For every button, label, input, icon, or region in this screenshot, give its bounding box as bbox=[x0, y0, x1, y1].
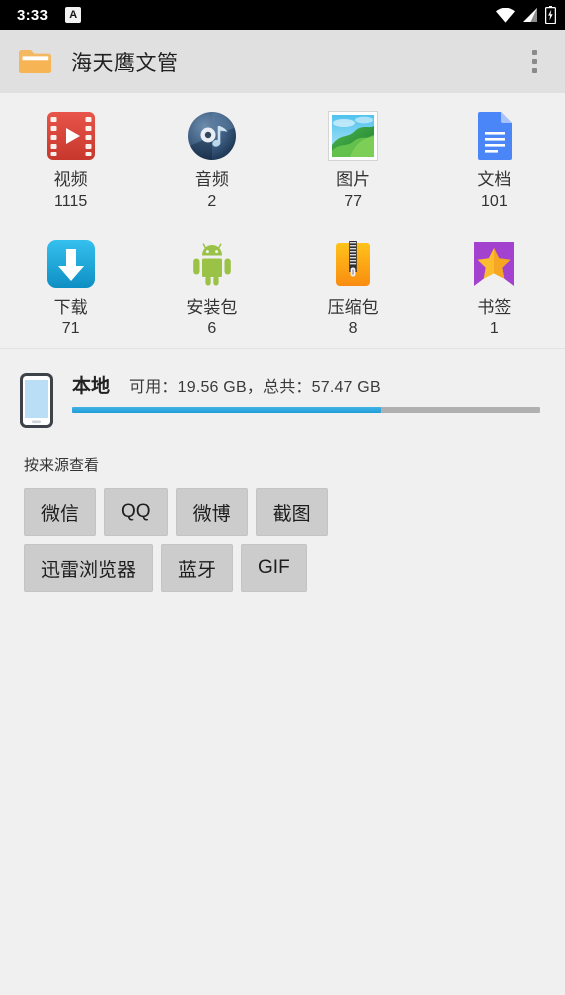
storage-name: 本地 bbox=[72, 376, 111, 398]
category-label: 书签 bbox=[477, 297, 512, 317]
main-content: 视频 1115 音频 2 图片 77 文档 101 下载 71 安装包 6 压缩… bbox=[0, 93, 565, 593]
category-count: 71 bbox=[61, 320, 80, 338]
source-chip[interactable]: 截图 bbox=[255, 488, 328, 537]
category-count: 101 bbox=[481, 192, 508, 210]
image-icon bbox=[326, 109, 380, 163]
status-bar: 3:33 A bbox=[0, 0, 565, 30]
wifi-icon bbox=[496, 7, 515, 23]
download-icon bbox=[44, 237, 98, 291]
source-chip-list: 微信 QQ 微博 截图 迅雷浏览器 蓝牙 GIF bbox=[24, 488, 565, 593]
source-chip[interactable]: 蓝牙 bbox=[161, 544, 234, 593]
category-grid-row: 视频 1115 音频 2 图片 77 文档 101 bbox=[0, 109, 565, 211]
page-title: 海天鹰文管 bbox=[71, 51, 179, 75]
source-chip[interactable]: GIF bbox=[241, 544, 307, 593]
bookmark-icon bbox=[467, 237, 521, 291]
category-item-document[interactable]: 文档 101 bbox=[424, 109, 565, 211]
overflow-dot bbox=[531, 68, 537, 73]
category-item-apk[interactable]: 安装包 6 bbox=[141, 237, 282, 339]
category-label: 图片 bbox=[336, 170, 371, 189]
storage-text-row: 本地 可用：19.56 GB，总共：57.47 GB bbox=[72, 371, 540, 398]
storage-summary[interactable]: 本地 可用：19.56 GB，总共：57.47 GB bbox=[0, 349, 565, 429]
category-label: 安装包 bbox=[186, 297, 238, 317]
status-bar-icons bbox=[496, 6, 556, 24]
folder-icon bbox=[19, 50, 51, 73]
apk-icon bbox=[185, 237, 239, 291]
category-count: 1115 bbox=[54, 192, 88, 210]
category-label: 文档 bbox=[477, 170, 512, 189]
source-chip[interactable]: QQ bbox=[104, 488, 168, 537]
audio-icon bbox=[185, 109, 239, 163]
category-item-video[interactable]: 视频 1115 bbox=[0, 109, 141, 211]
category-grid: 视频 1115 音频 2 图片 77 文档 101 下载 71 安装包 6 压缩… bbox=[0, 93, 565, 350]
source-chip[interactable]: 微信 bbox=[24, 488, 97, 537]
category-count: 6 bbox=[207, 320, 217, 338]
source-chip[interactable]: 微博 bbox=[175, 488, 248, 537]
category-item-image[interactable]: 图片 77 bbox=[283, 109, 424, 211]
document-icon bbox=[467, 109, 521, 163]
source-chip-row: 微信 QQ 微博 截图 bbox=[24, 488, 565, 537]
source-chip[interactable]: 迅雷浏览器 bbox=[24, 544, 154, 593]
input-method-icon: A bbox=[65, 7, 82, 23]
storage-progress-bar bbox=[72, 407, 540, 414]
storage-progress-fill bbox=[72, 407, 381, 414]
overflow-menu-icon[interactable] bbox=[519, 42, 549, 82]
video-icon bbox=[44, 109, 98, 163]
category-grid-row: 下载 71 安装包 6 压缩包 8 书签 1 bbox=[0, 237, 565, 339]
category-label: 音频 bbox=[194, 170, 229, 189]
category-count: 2 bbox=[207, 192, 217, 210]
source-filter-label: 按来源查看 bbox=[24, 457, 100, 475]
category-count: 1 bbox=[489, 320, 499, 338]
overflow-dot bbox=[531, 50, 537, 55]
source-chip-row: 迅雷浏览器 蓝牙 GIF bbox=[24, 544, 565, 593]
source-filter-section: 按来源查看 微信 QQ 微博 截图 迅雷浏览器 蓝牙 GIF bbox=[0, 428, 565, 593]
category-count: 8 bbox=[348, 320, 358, 338]
category-label: 下载 bbox=[53, 297, 88, 317]
category-label: 压缩包 bbox=[327, 297, 379, 317]
overflow-dot bbox=[531, 59, 537, 64]
phone-icon bbox=[0, 371, 72, 429]
category-count: 77 bbox=[344, 192, 363, 210]
app-bar: 海天鹰文管 bbox=[0, 30, 565, 93]
storage-details: 本地 可用：19.56 GB，总共：57.47 GB bbox=[72, 371, 565, 428]
storage-capacity-text: 可用：19.56 GB，总共：57.47 GB bbox=[129, 379, 381, 397]
status-bar-clock: 3:33 bbox=[17, 6, 49, 24]
battery-charging-icon bbox=[545, 6, 556, 24]
category-item-archive[interactable]: 压缩包 8 bbox=[283, 237, 424, 339]
category-item-audio[interactable]: 音频 2 bbox=[141, 109, 282, 211]
category-item-bookmark[interactable]: 书签 1 bbox=[424, 237, 565, 339]
category-item-download[interactable]: 下载 71 bbox=[0, 237, 141, 339]
category-label: 视频 bbox=[53, 170, 88, 189]
cellular-signal-icon bbox=[523, 7, 537, 22]
archive-icon bbox=[326, 237, 380, 291]
